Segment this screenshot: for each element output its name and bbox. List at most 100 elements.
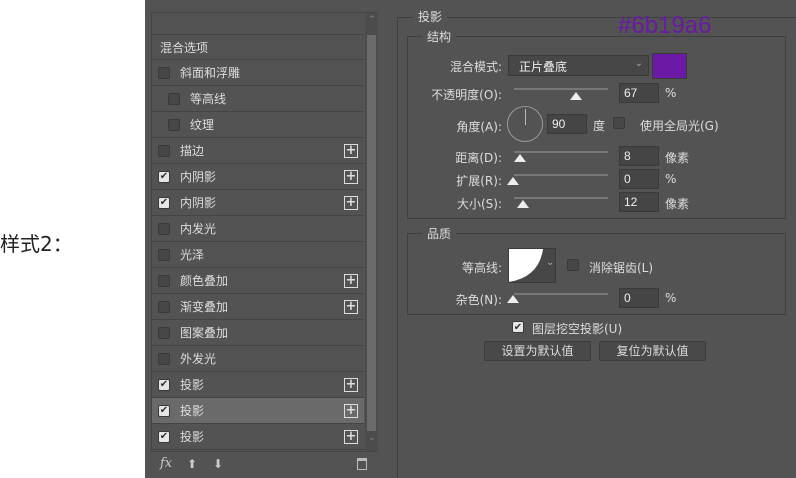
add-style-plus-icon[interactable]: + — [344, 299, 358, 314]
chevron-down-icon: ⌄ — [546, 257, 555, 268]
distance-slider[interactable] — [514, 151, 608, 153]
style-label: 投影 — [180, 378, 205, 392]
style-list-item[interactable]: 等高线 — [152, 86, 364, 112]
style-label: 图案叠加 — [180, 326, 229, 340]
spread-unit: % — [665, 172, 677, 186]
style-list-item[interactable]: ✔ 内阴影 + — [152, 190, 364, 216]
noise-unit: % — [665, 291, 677, 305]
style-list-item[interactable]: 纹理 — [152, 112, 364, 138]
spread-slider[interactable] — [514, 174, 608, 176]
style-checkbox[interactable] — [158, 248, 170, 261]
style-label: 内阴影 — [180, 196, 217, 210]
style-label: 内阴影 — [180, 170, 217, 184]
angle-input[interactable] — [547, 114, 587, 134]
global-light-checkbox[interactable] — [613, 117, 625, 129]
spread-slider-knob[interactable] — [507, 177, 519, 185]
noise-label: 杂色(N): — [455, 293, 502, 307]
style-label: 内发光 — [180, 222, 217, 236]
size-slider-knob[interactable] — [517, 200, 529, 208]
blend-mode-select[interactable]: 正片叠底 ⌄ — [508, 55, 649, 76]
style-checkbox[interactable] — [158, 66, 170, 79]
style-list-item[interactable]: 描边 + — [152, 138, 364, 164]
add-style-plus-icon[interactable]: + — [344, 273, 358, 288]
style-checkbox[interactable]: ✔ — [158, 170, 170, 183]
style-checkbox[interactable]: ✔ — [158, 378, 170, 391]
style-label: 纹理 — [190, 118, 215, 132]
add-style-plus-icon[interactable]: + — [344, 195, 358, 210]
size-input[interactable] — [619, 192, 659, 212]
style-list-item[interactable]: 颜色叠加 + — [152, 268, 364, 294]
style-label: 投影 — [180, 404, 205, 418]
opacity-unit: % — [665, 86, 677, 100]
spread-input[interactable] — [619, 169, 659, 189]
noise-slider[interactable] — [514, 293, 608, 295]
style-list-item[interactable]: 图案叠加 — [152, 320, 364, 346]
style-checkbox[interactable] — [158, 274, 170, 287]
style-label: 颜色叠加 — [180, 274, 229, 288]
opacity-input[interactable] — [619, 83, 659, 103]
style-label: 等高线 — [190, 92, 227, 106]
scroll-thumb[interactable] — [367, 35, 376, 431]
blend-mode-label: 混合模式: — [449, 60, 502, 74]
style-checkbox[interactable]: ✔ — [158, 430, 170, 443]
style-list-item[interactable]: 渐变叠加 + — [152, 294, 364, 320]
scrollbar[interactable]: ⌃ ⌄ — [365, 13, 378, 451]
noise-input[interactable] — [619, 288, 659, 308]
style-checkbox[interactable] — [168, 92, 180, 105]
set-default-button[interactable]: 设置为默认值 — [484, 341, 591, 361]
knockout-checkbox[interactable]: ✔ — [512, 321, 524, 333]
opacity-slider-knob[interactable] — [570, 92, 582, 100]
style-checkbox[interactable] — [158, 144, 170, 157]
chevron-down-icon: ⌄ — [634, 58, 643, 69]
size-unit: 像素 — [665, 197, 690, 211]
noise-slider-knob[interactable] — [507, 295, 519, 303]
style-label: 外发光 — [180, 352, 217, 366]
distance-slider-knob[interactable] — [514, 154, 526, 162]
knockout-label: 图层挖空投影(U) — [532, 322, 623, 336]
opacity-slider[interactable] — [514, 88, 608, 90]
move-up-icon[interactable]: ⬆ — [187, 457, 197, 471]
contour-picker[interactable]: ⌄ — [508, 248, 556, 283]
style-checkbox[interactable] — [158, 352, 170, 365]
add-style-plus-icon[interactable]: + — [344, 169, 358, 184]
antialias-checkbox[interactable] — [567, 259, 579, 271]
style-checkbox[interactable] — [158, 222, 170, 235]
style-list-item[interactable]: 内发光 — [152, 216, 364, 242]
move-down-icon[interactable]: ⬇ — [213, 457, 223, 471]
style-checkbox[interactable] — [168, 118, 180, 131]
angle-dial[interactable] — [507, 106, 543, 142]
style-list-item[interactable]: ✔ 投影 + — [152, 424, 364, 450]
structure-title: 结构 — [422, 28, 457, 45]
add-style-plus-icon[interactable]: + — [344, 377, 358, 392]
blend-mode-value: 正片叠底 — [519, 60, 568, 74]
style-list-item[interactable]: ✔ 投影 + — [152, 398, 364, 424]
add-style-plus-icon[interactable]: + — [344, 403, 358, 418]
contour-label: 等高线: — [461, 261, 502, 275]
scroll-down-icon[interactable]: ⌄ — [368, 433, 376, 443]
fx-menu-button[interactable]: fx — [160, 456, 172, 471]
trash-icon[interactable] — [357, 458, 367, 470]
style-list-item[interactable]: ✔ 投影 + — [152, 372, 364, 398]
scroll-up-icon[interactable]: ⌃ — [368, 15, 376, 25]
style-list-item[interactable]: 外发光 — [152, 346, 364, 372]
style-label: 渐变叠加 — [180, 300, 229, 314]
distance-unit: 像素 — [665, 151, 690, 165]
style-list-item[interactable]: 斜面和浮雕 — [152, 60, 364, 86]
style-list-item[interactable]: ✔ 内阴影 + — [152, 164, 364, 190]
style-checkbox[interactable] — [158, 300, 170, 313]
size-slider[interactable] — [514, 197, 608, 199]
blending-options-item[interactable]: 混合选项 — [152, 34, 364, 60]
reset-default-button[interactable]: 复位为默认值 — [599, 341, 706, 361]
shadow-color-swatch[interactable] — [652, 53, 687, 79]
add-style-plus-icon[interactable]: + — [344, 429, 358, 444]
add-style-plus-icon[interactable]: + — [344, 143, 358, 158]
distance-input[interactable] — [619, 146, 659, 166]
quality-title: 品质 — [422, 225, 457, 242]
caption: 样式2： — [0, 232, 73, 256]
style-checkbox[interactable]: ✔ — [158, 196, 170, 209]
style-list: 混合选项 斜面和浮雕 等高线 纹理 描边 + ✔ 内阴影 + ✔ 内阴影 + 内发光 光泽 颜色叠加 + 渐变… — [151, 12, 378, 452]
style-checkbox[interactable] — [158, 326, 170, 339]
distance-label: 距离(D): — [455, 151, 502, 165]
style-list-item[interactable]: 光泽 — [152, 242, 364, 268]
style-checkbox[interactable]: ✔ — [158, 404, 170, 417]
